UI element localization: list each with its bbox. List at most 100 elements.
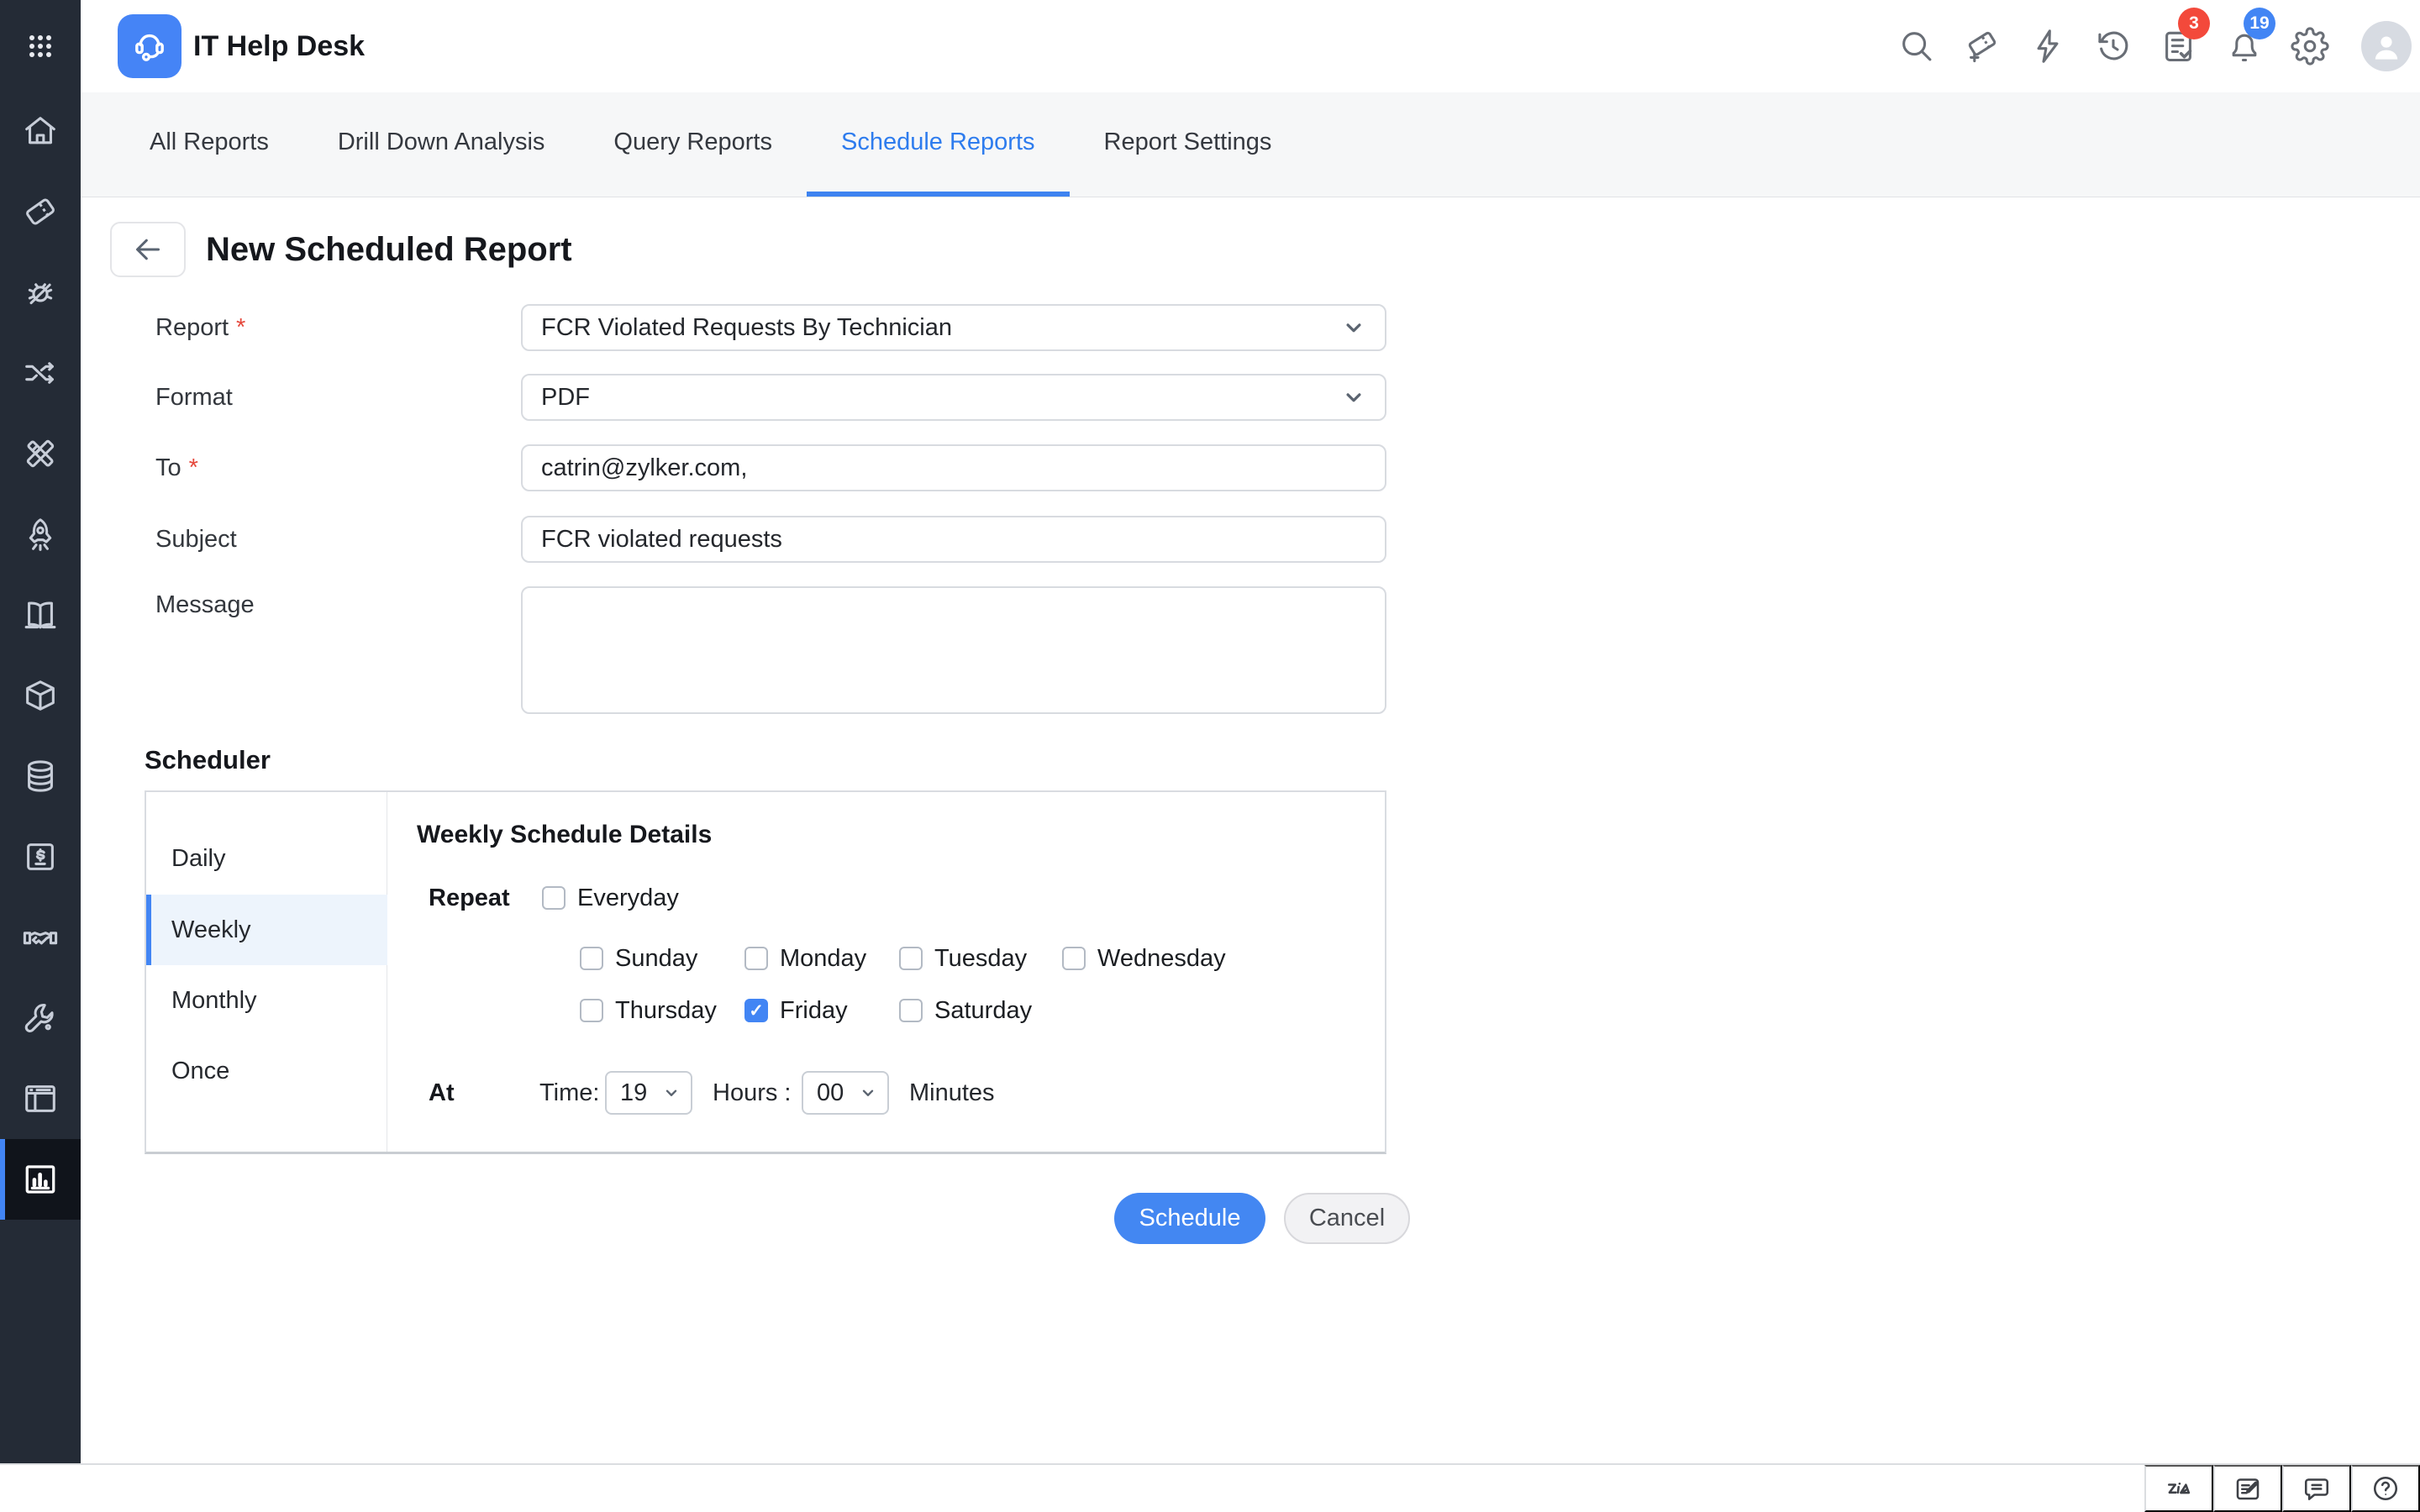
apps-grid-icon[interactable] <box>0 27 81 66</box>
sidebar-item-dashboard[interactable] <box>0 1058 81 1139</box>
feedback-icon[interactable] <box>2213 1465 2282 1512</box>
sidebar-item-purchase[interactable] <box>0 816 81 897</box>
avatar[interactable] <box>2361 21 2412 71</box>
back-arrow-icon <box>131 233 165 266</box>
layout-icon <box>21 1079 60 1118</box>
schedule-button[interactable]: Schedule <box>1114 1193 1265 1244</box>
chat-icon[interactable] <box>2282 1465 2351 1512</box>
notifications-icon[interactable]: 19 <box>2225 27 2264 66</box>
main-content: New Scheduled Report Report* FCR Violate… <box>81 197 2420 1463</box>
tab-schedule-reports[interactable]: Schedule Reports <box>807 92 1070 197</box>
checkbox-icon <box>580 947 603 970</box>
add-ticket-icon[interactable] <box>1963 27 2002 66</box>
day-checkbox-tuesday[interactable]: Tuesday <box>899 938 1027 979</box>
sidebar-item-admin[interactable] <box>0 978 81 1058</box>
sidebar-item-projects[interactable] <box>0 413 81 494</box>
format-select[interactable]: PDF <box>521 374 1386 421</box>
minutes-label: Minutes <box>909 1071 995 1115</box>
day-checkbox-friday[interactable]: Friday <box>744 990 848 1031</box>
scheduler-option-once[interactable]: Once <box>146 1036 387 1106</box>
weekly-schedule-details-heading: Weekly Schedule Details <box>417 817 712 853</box>
footer-tools <box>2144 1465 2420 1512</box>
tab-all-reports[interactable]: All Reports <box>115 92 303 197</box>
checkbox-icon <box>1062 947 1086 970</box>
notifications-badge: 19 <box>2244 8 2275 39</box>
database-icon <box>21 757 60 795</box>
home-icon <box>21 112 60 150</box>
sidebar-nav <box>0 91 81 1220</box>
rocket-icon <box>21 515 60 554</box>
history-icon[interactable] <box>2094 27 2133 66</box>
scheduler-heading: Scheduler <box>145 745 271 775</box>
sidebar <box>0 0 81 1463</box>
day-checkbox-sunday[interactable]: Sunday <box>580 938 697 979</box>
quick-actions-icon[interactable] <box>2028 27 2067 66</box>
cube-icon <box>21 676 60 715</box>
hour-select-value: 19 <box>620 1079 647 1107</box>
shuffle-icon <box>21 354 60 392</box>
format-select-value: PDF <box>541 384 590 412</box>
at-label: At <box>429 1071 455 1115</box>
day-checkbox-monday[interactable]: Monday <box>744 938 866 979</box>
help-icon[interactable] <box>2351 1465 2420 1512</box>
day-checkbox-thursday[interactable]: Thursday <box>580 990 717 1031</box>
tab-query-reports[interactable]: Query Reports <box>579 92 807 197</box>
subject-label: Subject <box>155 516 237 563</box>
to-label: To* <box>155 444 198 491</box>
cancel-button[interactable]: Cancel <box>1284 1193 1410 1244</box>
repeat-label: Repeat <box>429 878 510 918</box>
message-textarea[interactable] <box>521 586 1386 714</box>
to-input[interactable] <box>521 444 1386 491</box>
tab-drill-down-analysis[interactable]: Drill Down Analysis <box>303 92 580 197</box>
back-button[interactable] <box>110 222 186 277</box>
hour-select[interactable]: 19 <box>605 1071 692 1115</box>
settings-icon[interactable] <box>2291 27 2329 66</box>
app-logo[interactable] <box>118 14 182 78</box>
chevron-down-icon <box>662 1084 681 1102</box>
checkbox-icon <box>899 947 923 970</box>
sidebar-item-changes[interactable] <box>0 333 81 413</box>
everyday-checkbox[interactable]: Everyday <box>542 878 679 918</box>
sidebar-item-problems[interactable] <box>0 252 81 333</box>
page-title: New Scheduled Report <box>206 222 572 277</box>
sidebar-item-reports[interactable] <box>0 1139 81 1220</box>
book-icon <box>21 596 60 634</box>
sidebar-item-assets[interactable] <box>0 655 81 736</box>
checkbox-icon <box>542 886 566 910</box>
message-label: Message <box>155 586 255 623</box>
day-checkbox-saturday[interactable]: Saturday <box>899 990 1032 1031</box>
sidebar-item-cmdb[interactable] <box>0 736 81 816</box>
sidebar-item-releases[interactable] <box>0 494 81 575</box>
tasks-icon[interactable]: 3 <box>2160 27 2198 66</box>
chevron-down-icon <box>859 1084 877 1102</box>
checkbox-icon <box>744 947 768 970</box>
chevron-down-icon <box>1341 315 1366 340</box>
tasks-badge: 3 <box>2178 8 2210 39</box>
app-title: IT Help Desk <box>193 0 365 92</box>
subject-input[interactable] <box>521 516 1386 563</box>
minute-select[interactable]: 00 <box>802 1071 889 1115</box>
sidebar-item-home[interactable] <box>0 91 81 171</box>
wrench-icon <box>21 999 60 1037</box>
ticket-icon <box>21 192 60 231</box>
search-icon[interactable] <box>1897 27 1936 66</box>
sidebar-item-solutions[interactable] <box>0 575 81 655</box>
day-checkbox-wednesday[interactable]: Wednesday <box>1062 938 1226 979</box>
sidebar-item-requests[interactable] <box>0 171 81 252</box>
scheduler-option-weekly[interactable]: Weekly <box>146 895 387 965</box>
scheduler-option-monthly[interactable]: Monthly <box>146 965 387 1036</box>
tab-report-settings[interactable]: Report Settings <box>1070 92 1307 197</box>
topbar: IT Help Desk 3 19 <box>81 0 2420 92</box>
scheduler-option-daily[interactable]: Daily <box>146 822 387 895</box>
headset-icon <box>129 26 170 66</box>
checkbox-icon <box>744 999 768 1022</box>
billing-icon <box>21 837 60 876</box>
zia-icon[interactable] <box>2144 1465 2213 1512</box>
scheduler-box: Daily Weekly Monthly Once Weekly Schedul… <box>145 790 1386 1154</box>
topbar-actions: 3 19 <box>1897 0 2420 92</box>
report-tabs: All Reports Drill Down Analysis Query Re… <box>81 92 2420 197</box>
hours-label: Hours : <box>713 1071 791 1115</box>
report-select[interactable]: FCR Violated Requests By Technician <box>521 304 1386 351</box>
handshake-icon <box>21 918 60 957</box>
sidebar-item-contracts[interactable] <box>0 897 81 978</box>
